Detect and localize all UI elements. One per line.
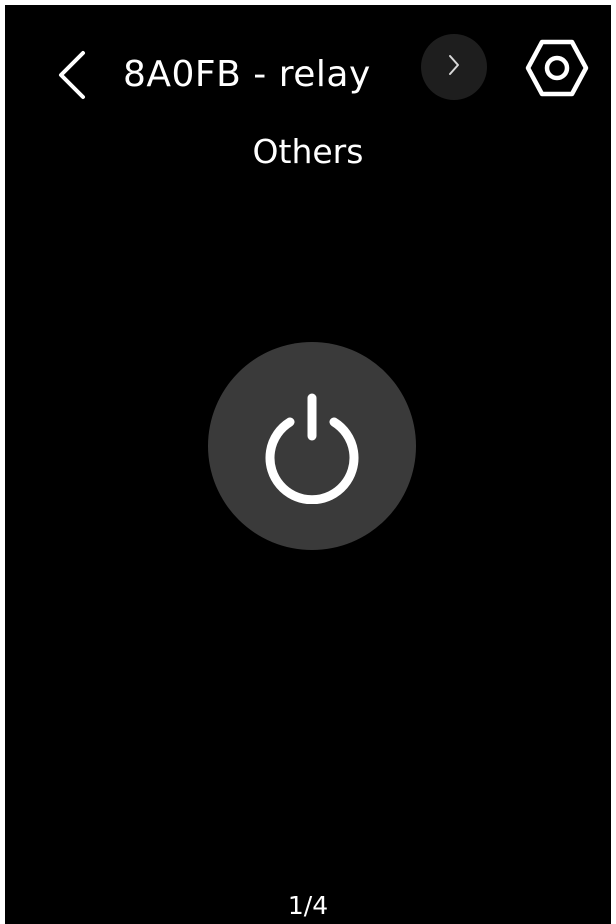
title-container: 8A0FB - relay	[123, 43, 409, 107]
page-indicator: 1/4	[287, 891, 329, 920]
header: 8A0FB - relay	[5, 5, 611, 145]
chevron-left-icon	[55, 49, 89, 106]
hexagon-gear-icon	[524, 38, 590, 103]
power-icon	[252, 384, 372, 509]
device-title: 8A0FB - relay	[123, 54, 371, 95]
back-button[interactable]	[47, 47, 97, 107]
power-toggle-button[interactable]	[208, 342, 416, 550]
settings-button[interactable]	[522, 35, 592, 105]
chevron-right-icon	[447, 53, 461, 82]
next-device-button[interactable]	[421, 34, 487, 100]
device-screen: 8A0FB - relay Others 1/4	[5, 5, 611, 924]
category-label: Others	[252, 132, 364, 171]
